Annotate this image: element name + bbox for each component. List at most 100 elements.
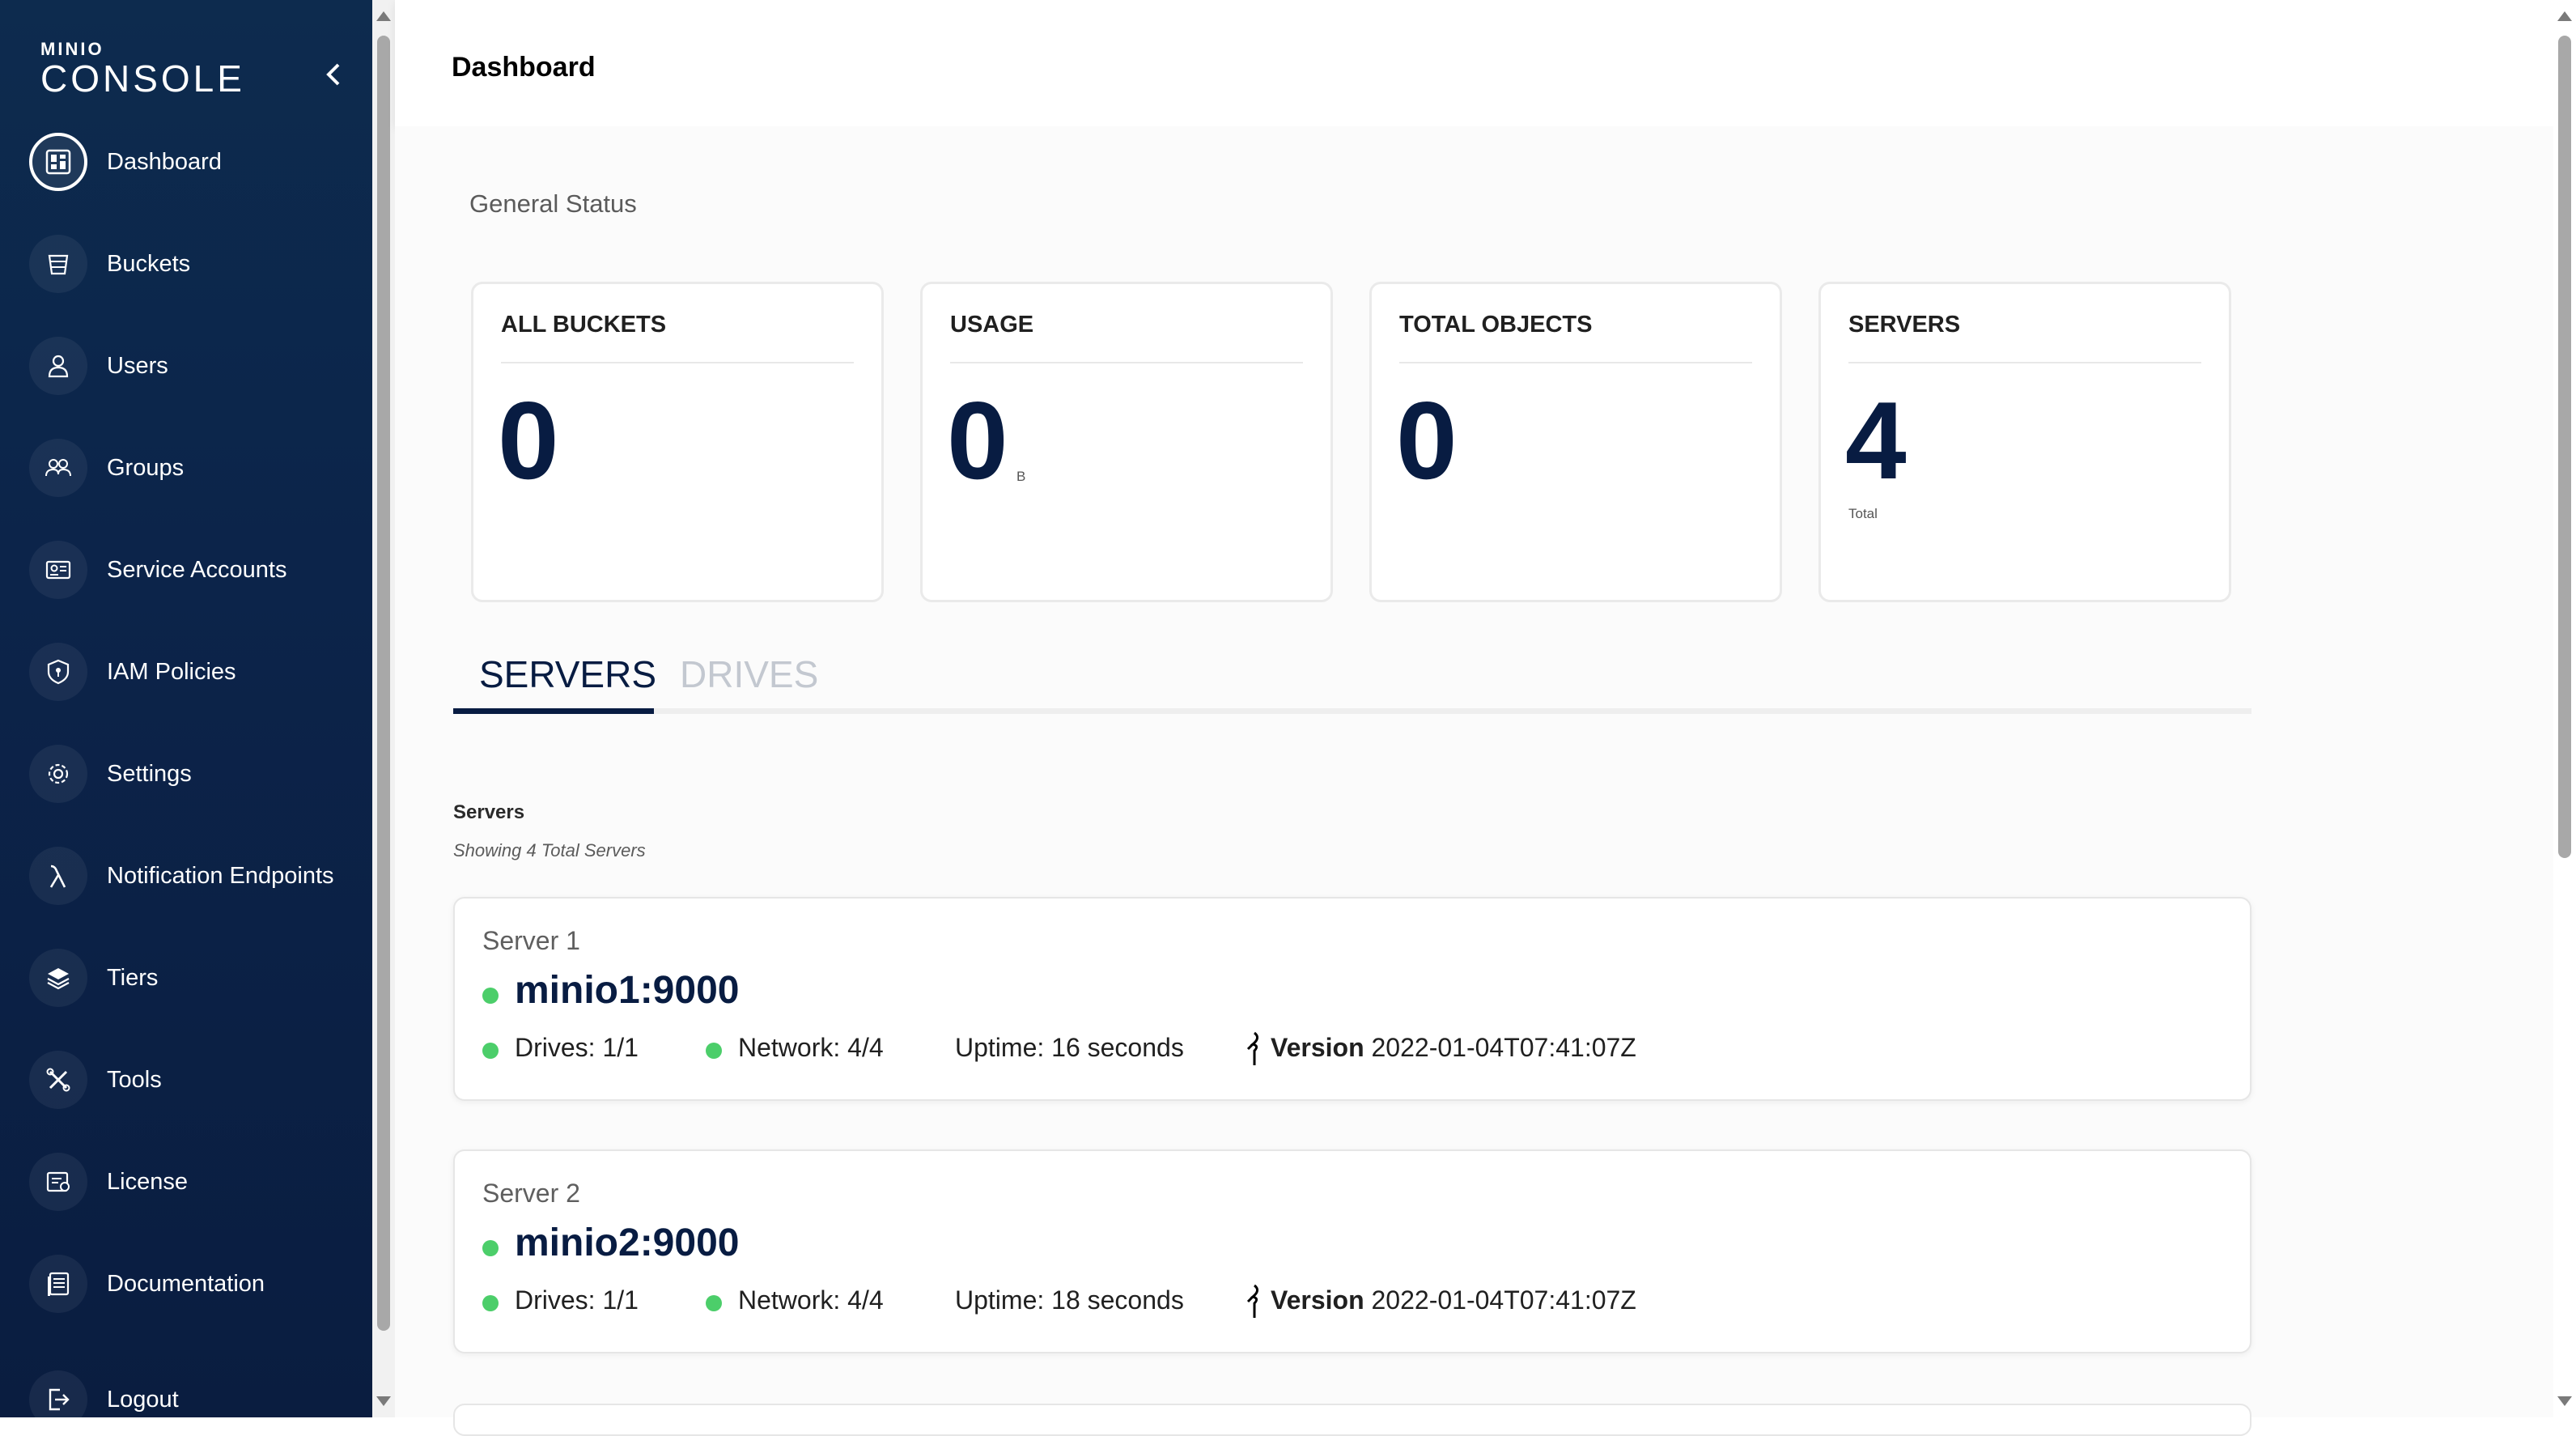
sidebar-item-users[interactable]: Users [0,325,372,406]
server-network: Network: 4/4 [738,1033,884,1062]
stat-card-usage: USAGE 0 B [920,282,1333,602]
version-label: Version [1271,1285,1364,1315]
divider [501,362,854,363]
stat-card-all-buckets: ALL BUCKETS 0 [471,282,884,602]
sidebar-item-label: Settings [107,760,192,787]
layers-icon [29,949,87,1007]
divider [1848,362,2201,363]
general-status-title: General Status [469,189,637,218]
server-endpoint: minio2:9000 [515,1221,740,1264]
sidebar-item-license[interactable]: License [0,1141,372,1222]
sidebar: MINIO CONSOLE Dashboard Buckets Users Gr… [0,0,372,1417]
main-content: General Status ALL BUCKETS 0 USAGE 0 B T… [395,126,2553,1436]
sidebar-item-notification-endpoints[interactable]: Notification Endpoints [0,835,372,916]
server-card[interactable]: Server 2 minio2:9000 Drives: 1/1 Network… [453,1149,2251,1353]
sidebar-item-dashboard[interactable]: Dashboard [0,121,372,202]
server-name: Server 1 [482,926,580,955]
main-scrollbar-thumb[interactable] [2558,36,2571,858]
sidebar-item-label: Dashboard [107,148,222,175]
server-version: Version 2022-01-04T07:41:07Z [1271,1285,1636,1315]
minio-bird-icon [1246,1284,1258,1318]
server-endpoint: minio1:9000 [515,969,740,1012]
user-icon [29,337,87,395]
active-tab-indicator [453,708,654,714]
stat-value: 4 [1845,379,1907,502]
drives-status-icon [482,1295,499,1311]
sidebar-item-tiers[interactable]: Tiers [0,937,372,1018]
tab-drives[interactable]: DRIVES [680,652,818,714]
status-online-icon [482,1240,499,1256]
groups-icon [29,439,87,497]
sidebar-item-label: Service Accounts [107,556,287,583]
server-drives: Drives: 1/1 [515,1033,639,1062]
version-label: Version [1271,1033,1364,1062]
logo-product: CONSOLE [40,57,245,100]
stat-value: 0 [498,379,559,502]
sidebar-item-buckets[interactable]: Buckets [0,223,372,304]
lambda-icon [29,847,87,905]
page-title: Dashboard [452,52,596,83]
divider [950,362,1303,363]
dashboard-icon [29,133,87,191]
stat-value: 0 [947,379,1008,502]
scroll-down-arrow-icon[interactable] [2557,1396,2572,1406]
stat-card-total-objects: TOTAL OBJECTS 0 [1369,282,1782,602]
sidebar-item-label: Tools [107,1066,162,1093]
stat-value: 0 [1396,379,1458,502]
sidebar-item-label: Documentation [107,1270,265,1297]
tab-bar: SERVERS DRIVES [453,652,2251,714]
sidebar-item-service-accounts[interactable]: Service Accounts [0,529,372,610]
stat-label: USAGE [950,312,1034,338]
server-version: Version 2022-01-04T07:41:07Z [1271,1033,1636,1063]
server-uptime: Uptime: 16 seconds [955,1033,1184,1062]
stat-label: TOTAL OBJECTS [1399,312,1593,338]
server-card[interactable] [453,1404,2251,1436]
stat-label: SERVERS [1848,312,1961,338]
sidebar-item-label: License [107,1168,188,1195]
server-name: Server 2 [482,1179,580,1208]
minio-bird-icon [1246,1031,1258,1065]
server-card[interactable]: Server 1 minio1:9000 Drives: 1/1 Network… [453,897,2251,1101]
sidebar-item-label: IAM Policies [107,658,236,685]
service-account-icon [29,541,87,599]
servers-count: Showing 4 Total Servers [453,840,646,860]
collapse-sidebar-button[interactable] [317,58,350,91]
tab-servers[interactable]: SERVERS [479,652,656,714]
chevron-left-icon [326,63,340,86]
bucket-icon [29,235,87,293]
version-value: 2022-01-04T07:41:07Z [1371,1285,1636,1315]
documentation-icon [29,1255,87,1313]
status-online-icon [482,988,499,1004]
server-network: Network: 4/4 [738,1285,884,1315]
stat-unit: B [1016,469,1026,484]
sidebar-item-tools[interactable]: Tools [0,1039,372,1120]
sidebar-item-label: Tiers [107,964,159,991]
network-status-icon [706,1043,722,1059]
sidebar-item-documentation[interactable]: Documentation [0,1243,372,1324]
sidebar-item-iam-policies[interactable]: IAM Policies [0,631,372,712]
sidebar-item-groups[interactable]: Groups [0,427,372,508]
servers-heading: Servers [453,801,525,823]
license-icon [29,1153,87,1211]
minio-console-logo[interactable]: MINIO CONSOLE [40,39,245,100]
sidebar-scrollbar-thumb[interactable] [377,36,390,1331]
sidebar-item-label: Groups [107,454,185,481]
stat-card-servers: SERVERS 4 Total [1818,282,2231,602]
logout-icon [29,1370,87,1417]
server-drives: Drives: 1/1 [515,1285,639,1315]
sidebar-item-logout[interactable]: Logout [0,1359,372,1417]
gear-icon [29,745,87,803]
server-uptime: Uptime: 18 seconds [955,1285,1184,1315]
divider [1399,362,1752,363]
shield-icon [29,643,87,701]
sidebar-item-settings[interactable]: Settings [0,733,372,814]
stat-unit: Total [1848,506,1878,521]
scroll-down-arrow-icon[interactable] [376,1396,391,1406]
scroll-up-arrow-icon[interactable] [2557,11,2572,21]
logo-brand: MINIO [40,39,104,59]
page-header: Dashboard [395,0,2553,126]
scroll-up-arrow-icon[interactable] [376,11,391,21]
stat-label: ALL BUCKETS [501,312,667,338]
version-value: 2022-01-04T07:41:07Z [1371,1033,1636,1062]
drives-status-icon [482,1043,499,1059]
